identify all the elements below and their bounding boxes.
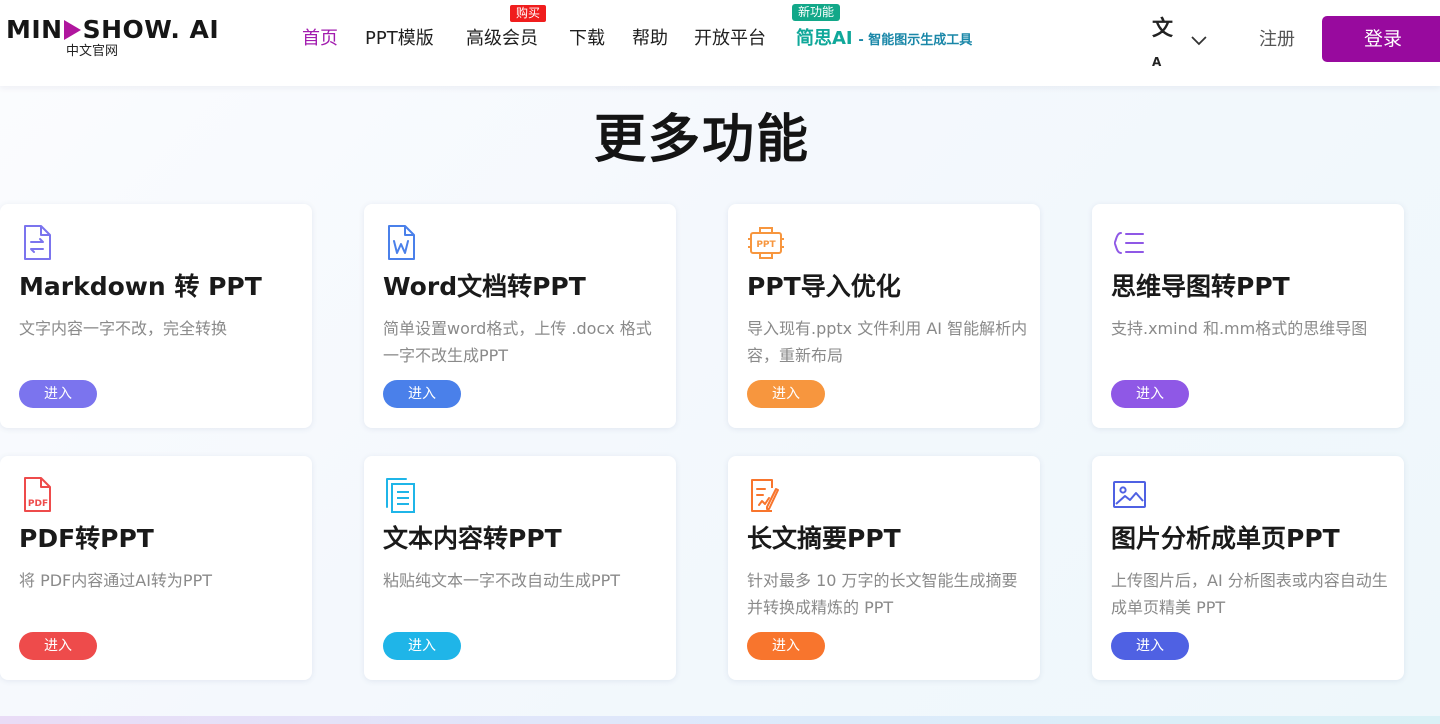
- card-title: 思维导图转PPT: [1111, 272, 1290, 301]
- card-title: 长文摘要PPT: [747, 524, 901, 553]
- enter-button[interactable]: 进入: [19, 380, 97, 408]
- feature-card-pdf[interactable]: PDF PDF转PPT 将 PDF内容通过AI转为PPT 进入: [0, 456, 312, 680]
- card-title: Word文档转PPT: [383, 272, 586, 301]
- card-description: 导入现有.pptx 文件利用 AI 智能解析内容，重新布局: [747, 319, 1028, 365]
- enter-button[interactable]: 进入: [1111, 380, 1189, 408]
- svg-text:PDF: PDF: [28, 499, 48, 509]
- enter-button[interactable]: 进入: [19, 632, 97, 660]
- enter-button[interactable]: 进入: [1111, 632, 1189, 660]
- ppt-icon: PPT: [748, 224, 784, 262]
- translate-icon: 文A: [1152, 16, 1173, 70]
- nav-item-open-platform[interactable]: 开放平台: [694, 26, 766, 52]
- nav-item-premium[interactable]: 高级会员: [466, 26, 538, 52]
- logo-wordmark: MIN SHOW. AI: [6, 15, 219, 44]
- card-description: 针对最多 10 万字的长文智能生成摘要并转换成精炼的 PPT: [747, 571, 1018, 617]
- pdf-file-icon: PDF: [20, 476, 54, 514]
- card-title: Markdown 转 PPT: [19, 272, 262, 301]
- logo-text-suffix: SHOW. AI: [82, 15, 220, 44]
- text-copy-icon: [384, 476, 418, 514]
- logo-subtitle: 中文官网: [66, 44, 119, 59]
- feature-card-image[interactable]: 图片分析成单页PPT 上传图片后，AI 分析图表或内容自动生成单页精美 PPT …: [1092, 456, 1404, 680]
- image-icon: [1112, 476, 1146, 514]
- nav-item-help[interactable]: 帮助: [632, 26, 668, 52]
- card-title: 文本内容转PPT: [383, 524, 562, 553]
- mindmap-icon: [1112, 224, 1146, 262]
- enter-button[interactable]: 进入: [747, 380, 825, 408]
- card-description: 文字内容一字不改，完全转换: [19, 319, 228, 338]
- feature-card-ppt-import[interactable]: PPT PPT导入优化 导入现有.pptx 文件利用 AI 智能解析内容，重新布…: [728, 204, 1040, 428]
- nav-item-ppt-templates[interactable]: PPT模版: [365, 26, 434, 52]
- enter-button[interactable]: 进入: [383, 380, 461, 408]
- logo-text-prefix: MIN: [6, 15, 63, 44]
- jiansi-ai-subtitle: - 智能图示生成工具: [858, 33, 973, 48]
- buy-badge[interactable]: 购买: [510, 5, 547, 22]
- top-header: MIN SHOW. AI 中文官网 首页 PPT模版 高级会员 购买 下载 帮助 …: [0, 0, 1440, 86]
- card-title: PPT导入优化: [747, 272, 901, 301]
- enter-button[interactable]: 进入: [747, 632, 825, 660]
- feature-card-word[interactable]: Word文档转PPT 简单设置word格式，上传 .docx 格式一字不改生成P…: [364, 204, 676, 428]
- card-description: 支持.xmind 和.mm格式的思维导图: [1111, 319, 1368, 338]
- card-description: 上传图片后，AI 分析图表或内容自动生成单页精美 PPT: [1111, 571, 1388, 617]
- register-link[interactable]: 注册: [1259, 27, 1295, 53]
- logo-play-icon: [63, 20, 81, 40]
- word-file-icon: [384, 224, 418, 262]
- card-description: 粘贴纯文本一字不改自动生成PPT: [383, 571, 621, 590]
- feature-card-markdown[interactable]: Markdown 转 PPT 文字内容一字不改，完全转换 进入: [0, 204, 312, 428]
- jiansi-ai-label: 简思AI: [796, 28, 853, 49]
- nav-item-home[interactable]: 首页: [302, 26, 338, 52]
- nav-item-jiansi-ai[interactable]: 简思AI - 智能图示生成工具: [796, 26, 972, 54]
- page: MIN SHOW. AI 中文官网 首页 PPT模版 高级会员 购买 下载 帮助 …: [0, 0, 1440, 724]
- feature-card-mindmap[interactable]: 思维导图转PPT 支持.xmind 和.mm格式的思维导图 进入: [1092, 204, 1404, 428]
- enter-button[interactable]: 进入: [383, 632, 461, 660]
- site-logo[interactable]: MIN SHOW. AI 中文官网: [6, 15, 219, 64]
- card-description: 将 PDF内容通过AI转为PPT: [19, 571, 212, 590]
- nav-item-download[interactable]: 下载: [569, 26, 605, 52]
- svg-text:PPT: PPT: [756, 240, 776, 250]
- summary-edit-icon: [748, 476, 782, 514]
- feature-card-summary[interactable]: 长文摘要PPT 针对最多 10 万字的长文智能生成摘要并转换成精炼的 PPT 进…: [728, 456, 1040, 680]
- chevron-down-icon: [1191, 36, 1207, 46]
- login-button[interactable]: 登录: [1322, 16, 1440, 62]
- markdown-file-icon: [20, 224, 54, 262]
- language-switcher[interactable]: 文A: [1152, 16, 1208, 70]
- card-description: 简单设置word格式，上传 .docx 格式一字不改生成PPT: [383, 319, 652, 365]
- feature-card-text[interactable]: 文本内容转PPT 粘贴纯文本一字不改自动生成PPT 进入: [364, 456, 676, 680]
- card-title: 图片分析成单页PPT: [1111, 524, 1340, 553]
- section-title: 更多功能: [593, 110, 810, 170]
- bottom-gradient-strip: [0, 716, 1440, 724]
- new-feature-badge: 新功能: [792, 4, 841, 21]
- card-title: PDF转PPT: [19, 524, 154, 553]
